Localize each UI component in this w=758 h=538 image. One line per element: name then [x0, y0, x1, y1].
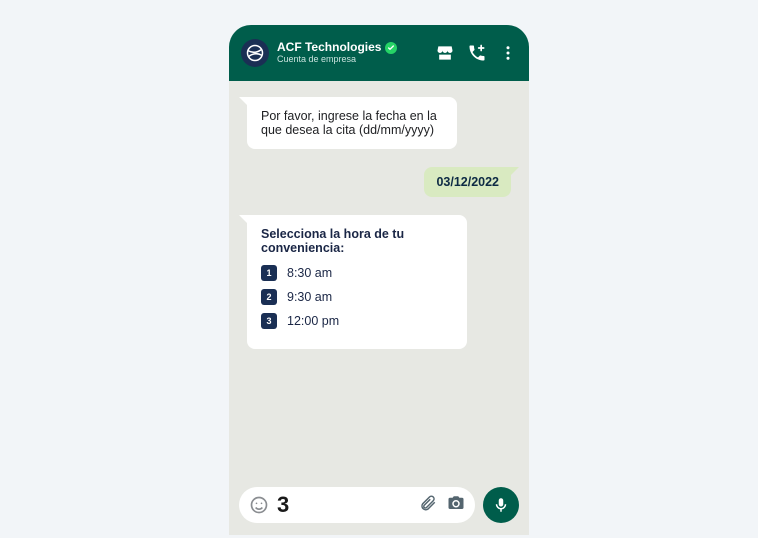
- header-title-block[interactable]: ACF Technologies Cuenta de empresa: [277, 41, 427, 64]
- option-row[interactable]: 1 8:30 am: [261, 265, 453, 281]
- attach-icon[interactable]: [419, 494, 437, 517]
- option-number: 1: [261, 265, 277, 281]
- verified-badge-icon: [385, 42, 397, 54]
- chat-window: ACF Technologies Cuenta de empresa Por f…: [229, 25, 529, 535]
- message-text: 03/12/2022: [436, 175, 499, 189]
- options-title: Selecciona la hora de tu conveniencia:: [261, 227, 453, 255]
- message-incoming-options: Selecciona la hora de tu conveniencia: 1…: [247, 215, 467, 349]
- camera-icon[interactable]: [447, 494, 465, 517]
- mic-icon: [492, 496, 510, 514]
- storefront-icon[interactable]: [435, 43, 455, 63]
- option-label: 8:30 am: [287, 266, 332, 280]
- chat-body: Por favor, ingrese la fecha en la que de…: [229, 81, 529, 479]
- mic-button[interactable]: [483, 487, 519, 523]
- message-input-pill[interactable]: 3: [239, 487, 475, 523]
- header-actions: [435, 43, 517, 63]
- chat-header: ACF Technologies Cuenta de empresa: [229, 25, 529, 81]
- contact-name: ACF Technologies: [277, 41, 381, 54]
- message-text: Por favor, ingrese la fecha en la que de…: [261, 109, 437, 137]
- message-incoming: Por favor, ingrese la fecha en la que de…: [247, 97, 457, 149]
- option-number: 2: [261, 289, 277, 305]
- avatar[interactable]: [241, 39, 269, 67]
- emoji-icon[interactable]: [249, 495, 269, 515]
- option-row[interactable]: 2 9:30 am: [261, 289, 453, 305]
- contact-subtitle: Cuenta de empresa: [277, 55, 427, 65]
- call-add-icon[interactable]: [467, 43, 487, 63]
- message-input[interactable]: 3: [277, 492, 411, 518]
- option-label: 9:30 am: [287, 290, 332, 304]
- more-vert-icon[interactable]: [499, 43, 517, 63]
- input-bar: 3: [229, 479, 529, 535]
- option-row[interactable]: 3 12:00 pm: [261, 313, 453, 329]
- option-number: 3: [261, 313, 277, 329]
- globe-icon: [246, 44, 264, 62]
- option-label: 12:00 pm: [287, 314, 339, 328]
- message-outgoing: 03/12/2022: [424, 167, 511, 197]
